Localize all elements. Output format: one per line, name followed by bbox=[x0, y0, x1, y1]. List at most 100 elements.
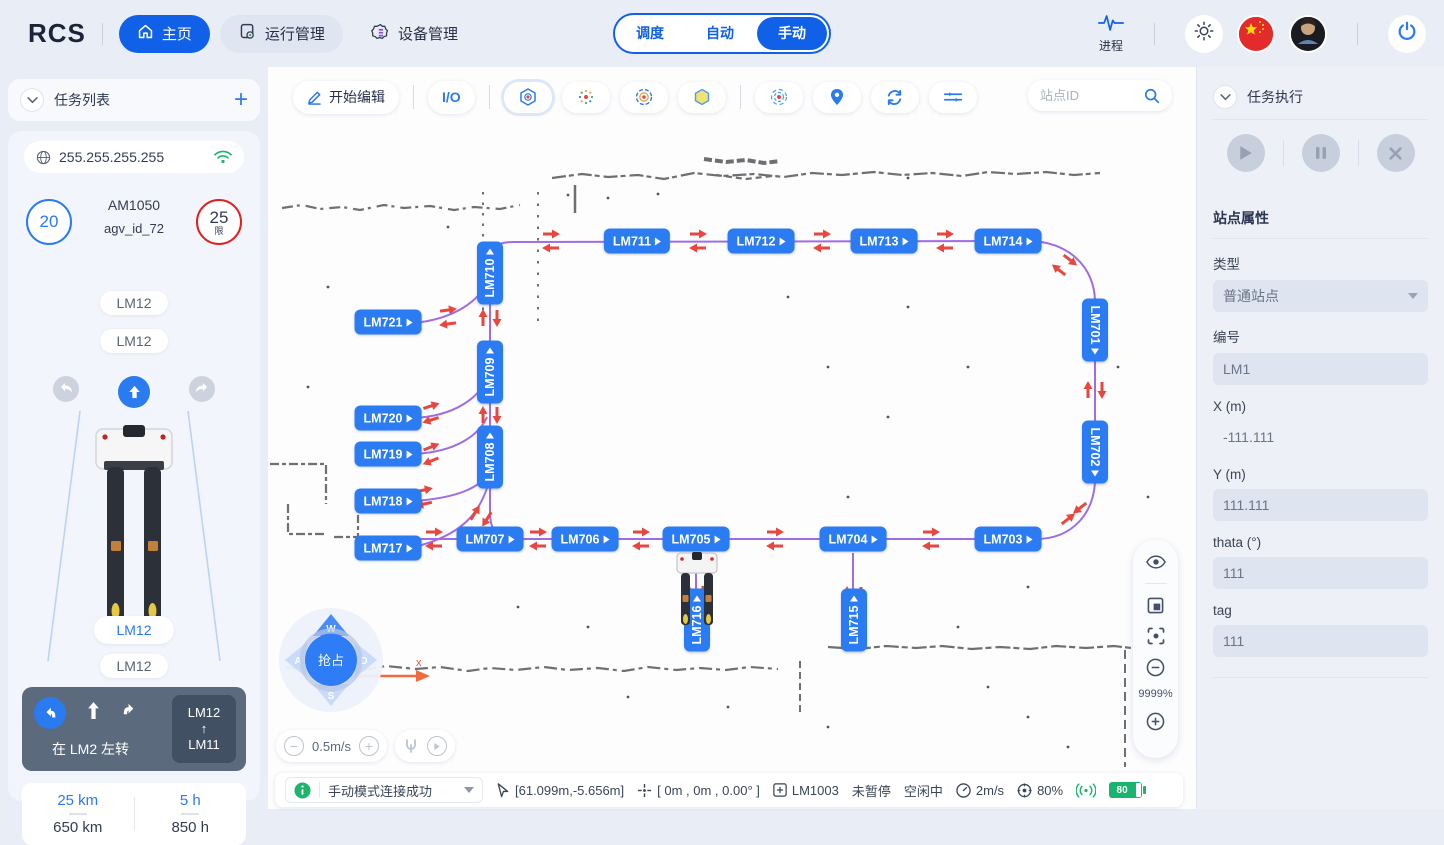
map-node-LM701[interactable]: LM701 bbox=[1082, 299, 1108, 362]
task-pause-button[interactable] bbox=[1302, 134, 1340, 172]
node-direction-icon bbox=[486, 433, 494, 439]
power-button[interactable] bbox=[1388, 15, 1426, 53]
map-toolbar: 开始编辑 I/O bbox=[268, 80, 1196, 114]
locate-button[interactable] bbox=[813, 82, 861, 113]
node-direction-icon bbox=[486, 348, 494, 354]
manual-joystick[interactable]: W A S D 抢占 bbox=[276, 605, 386, 720]
rotate-right-button[interactable] bbox=[188, 375, 216, 408]
speed-plus-button[interactable]: + bbox=[359, 736, 379, 756]
navbar-right: 进程 bbox=[1098, 0, 1426, 67]
station-layer-icon bbox=[518, 87, 538, 107]
map-node-LM720[interactable]: LM720 bbox=[355, 406, 422, 431]
collapse-task-list-button[interactable] bbox=[20, 88, 44, 112]
status-message-dropdown[interactable]: 手动模式连接成功 bbox=[285, 777, 483, 803]
task-exec-controls bbox=[1197, 120, 1444, 190]
code-field[interactable]: LM1 bbox=[1213, 353, 1428, 385]
map-node-LM717[interactable]: LM717 bbox=[355, 536, 422, 561]
zoom-in-button[interactable] bbox=[1146, 711, 1165, 731]
task-play-button[interactable] bbox=[1227, 134, 1265, 172]
start-edit-button[interactable]: 开始编辑 bbox=[293, 81, 399, 114]
center-robot-button[interactable] bbox=[1147, 626, 1165, 646]
layer-lidar-button[interactable] bbox=[562, 82, 610, 113]
visibility-button[interactable] bbox=[1146, 552, 1166, 572]
agv-id: agv_id_72 bbox=[104, 221, 164, 236]
path-direction-arrow bbox=[1084, 381, 1093, 398]
y-field[interactable]: 111.111 bbox=[1213, 489, 1428, 521]
task-list-header: 任务列表 + bbox=[8, 79, 260, 121]
filter-button[interactable] bbox=[929, 82, 977, 113]
rotate-left-button[interactable] bbox=[52, 375, 80, 408]
map-node-LM710[interactable]: LM710 bbox=[477, 242, 503, 305]
station-pill-row: LM12 bbox=[8, 291, 260, 315]
theme-toggle-button[interactable] bbox=[1185, 15, 1223, 53]
svg-text:S: S bbox=[328, 691, 335, 702]
agv-ip-field[interactable]: 255.255.255.255 bbox=[24, 141, 244, 173]
theta-field[interactable]: 111 bbox=[1213, 557, 1428, 589]
user-avatar[interactable] bbox=[1289, 15, 1327, 53]
mode-tab-dispatch[interactable]: 调度 bbox=[615, 15, 685, 52]
move-forward-button[interactable] bbox=[118, 376, 150, 408]
map-node-LM712[interactable]: LM712 bbox=[728, 229, 795, 254]
station-search-input[interactable] bbox=[1040, 88, 1144, 103]
fit-view-button[interactable] bbox=[1147, 595, 1164, 615]
map-node-LM711[interactable]: LM711 bbox=[604, 229, 670, 254]
layer-rings-button[interactable] bbox=[620, 82, 668, 113]
io-button[interactable]: I/O bbox=[428, 81, 475, 114]
map-node-LM708[interactable]: LM708 bbox=[477, 426, 503, 489]
layer-stations-button[interactable] bbox=[504, 82, 552, 113]
tag-field[interactable]: 111 bbox=[1213, 625, 1428, 657]
map-node-LM715[interactable]: LM715 bbox=[841, 589, 867, 652]
task-cancel-button[interactable] bbox=[1377, 134, 1415, 172]
layer-zones-button[interactable] bbox=[678, 82, 726, 113]
collapse-task-exec-button[interactable] bbox=[1213, 85, 1237, 109]
nav-item-operation[interactable]: 运行管理 bbox=[220, 15, 343, 53]
node-direction-icon bbox=[850, 596, 858, 602]
type-select[interactable]: 普通站点 bbox=[1213, 280, 1428, 312]
node-direction-icon bbox=[779, 237, 785, 245]
map-node-LM709[interactable]: LM709 bbox=[477, 341, 503, 404]
route-arrow-icon: ↑ bbox=[201, 721, 208, 737]
map-node-LM714[interactable]: LM714 bbox=[975, 229, 1042, 254]
map-node-LM719[interactable]: LM719 bbox=[355, 442, 422, 467]
rings-icon bbox=[634, 87, 654, 107]
nav-item-home[interactable]: 主页 bbox=[119, 15, 210, 53]
map-node-LM702[interactable]: LM702 bbox=[1082, 421, 1108, 484]
map-node-LM704[interactable]: LM704 bbox=[820, 527, 887, 552]
map-node-LM707[interactable]: LM707 bbox=[457, 527, 524, 552]
route-box: LM12 ↑ LM11 bbox=[172, 695, 236, 763]
map-node-LM713[interactable]: LM713 bbox=[851, 229, 918, 254]
nav-item-label: 运行管理 bbox=[265, 23, 325, 44]
route-from: LM12 bbox=[188, 705, 221, 721]
distance-stat: 25 km 650 km bbox=[22, 792, 134, 836]
eye-icon bbox=[1146, 555, 1166, 569]
add-task-button[interactable]: + bbox=[234, 90, 248, 110]
nav-item-device[interactable]: 设备管理 bbox=[353, 15, 476, 53]
refresh-button[interactable] bbox=[871, 82, 919, 113]
map-area[interactable]: x LM710LM711LM712LM713LM714LM701LM702LM7… bbox=[268, 67, 1196, 809]
agv-identity: AM1050 agv_id_72 bbox=[104, 183, 164, 236]
fork-play-button[interactable] bbox=[427, 736, 447, 756]
relocate-button[interactable] bbox=[755, 82, 803, 113]
map-node-LM703[interactable]: LM703 bbox=[975, 527, 1042, 552]
route-to: LM11 bbox=[188, 737, 220, 753]
map-node-LM705[interactable]: LM705 bbox=[663, 527, 730, 552]
mode-tab-auto[interactable]: 自动 bbox=[685, 15, 755, 52]
search-icon[interactable] bbox=[1144, 88, 1160, 104]
mode-tab-manual[interactable]: 手动 bbox=[757, 17, 827, 50]
language-flag-button[interactable] bbox=[1237, 15, 1275, 53]
speed-minus-button[interactable]: − bbox=[284, 736, 304, 756]
signal-icon bbox=[1076, 783, 1096, 798]
path-direction-arrow bbox=[438, 318, 456, 329]
monitor-gear-icon bbox=[238, 22, 257, 45]
zoom-out-button[interactable] bbox=[1146, 657, 1165, 677]
map-node-LM721[interactable]: LM721 bbox=[355, 310, 422, 335]
map-robot-forklift bbox=[673, 551, 721, 636]
process-button[interactable]: 进程 bbox=[1098, 14, 1124, 54]
location-pin-icon bbox=[829, 88, 845, 106]
map-node-LM718[interactable]: LM718 bbox=[355, 489, 422, 514]
map-node-LM706[interactable]: LM706 bbox=[552, 527, 619, 552]
svg-text:抢占: 抢占 bbox=[318, 653, 344, 668]
x-field[interactable]: -111.111 bbox=[1213, 421, 1428, 453]
pencil-icon bbox=[307, 90, 322, 105]
focus-icon bbox=[1147, 627, 1165, 645]
